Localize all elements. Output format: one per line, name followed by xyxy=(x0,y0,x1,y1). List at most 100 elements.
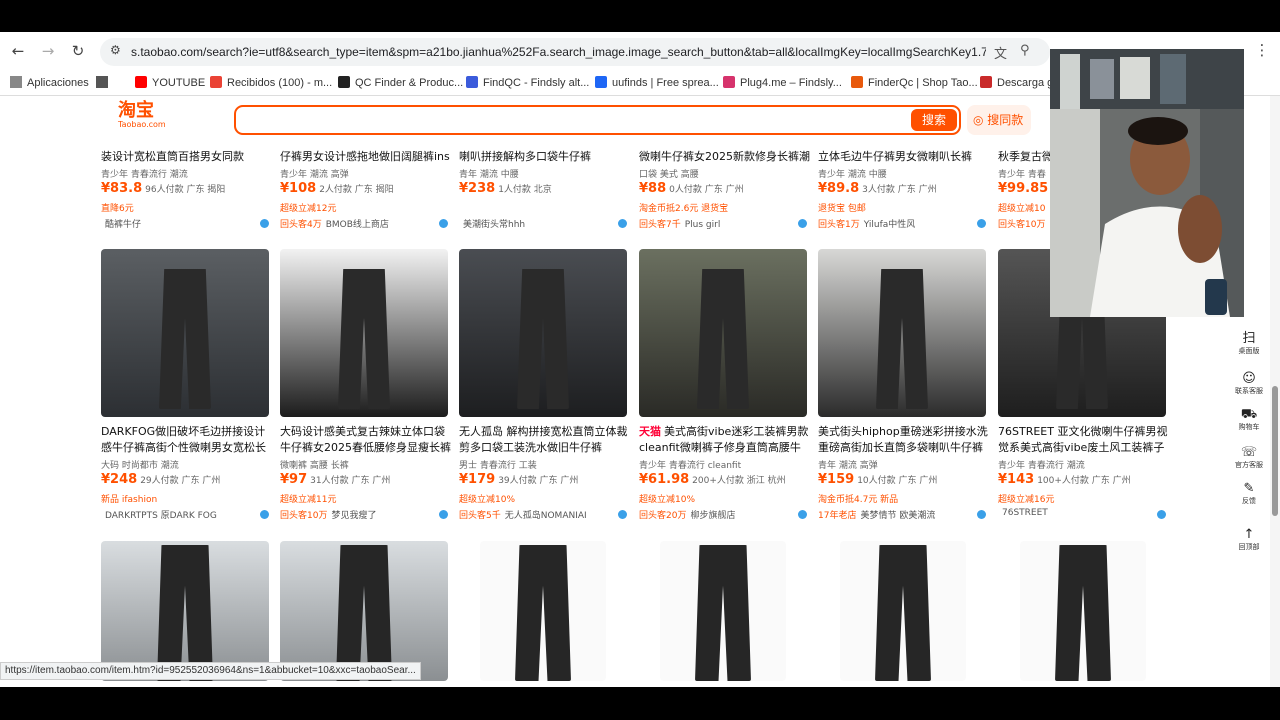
bookmark-gmail[interactable]: Recibidos (100) - m... xyxy=(210,76,332,89)
shop-info-icon[interactable] xyxy=(618,510,627,519)
sidebar-item[interactable]: ⛟ 购物车 xyxy=(1232,408,1266,432)
translate-icon[interactable]: 文 xyxy=(994,43,1007,62)
product-image[interactable] xyxy=(101,249,269,417)
shop-info-icon[interactable] xyxy=(798,219,807,228)
product-price: ¥159 xyxy=(818,472,855,487)
product-card[interactable]: 天猫美式高街vibe迷彩工装裤男款cleanfit微喇裤子修身直筒高腰牛仔...… xyxy=(639,424,811,524)
product-image[interactable] xyxy=(639,249,807,417)
shop-info-icon[interactable] xyxy=(1157,510,1166,519)
product-image[interactable] xyxy=(660,541,786,681)
shop-name[interactable]: 回头客4万 BMOB线上商店 xyxy=(280,217,448,230)
shop-info-icon[interactable] xyxy=(977,219,986,228)
bookmark-youtube[interactable]: YOUTUBE xyxy=(135,76,205,89)
forward-icon[interactable]: → xyxy=(38,41,58,61)
apps-grid-icon xyxy=(10,76,22,88)
shop-name[interactable]: 回头客7千 Plus girl xyxy=(639,217,807,230)
product-card[interactable]: 立体毛边牛仔裤男女微喇叭长裤 青少年 潮流 中腰 ¥89.8 3人付款 广东 广州 退货… xyxy=(818,149,990,249)
price-row: ¥143 100+人付款 广东 广州 xyxy=(998,472,1131,487)
product-card[interactable]: 无人孤岛 解构拼接宽松直筒立体裁剪多口袋工装洗水做旧牛仔裤 男士 青春流行 工装 ¥… xyxy=(459,424,631,524)
product-card[interactable]: 装设计宽松直筒百搭男女同款 青少年 青春流行 潮流 ¥83.8 96人付款 广东 揭阳… xyxy=(101,149,273,249)
bookmark-finderqc[interactable]: FinderQc | Shop Tao... xyxy=(851,76,978,89)
sidebar-item[interactable]: ↑ 回顶部 xyxy=(1232,528,1266,552)
shop-name[interactable]: DARKRTPTS 原DARK FOG xyxy=(101,508,269,521)
shop-info-icon[interactable] xyxy=(798,510,807,519)
promo-tags: 直降6元 xyxy=(101,204,134,214)
product-title[interactable]: 立体毛边牛仔裤男女微喇叭长裤 xyxy=(818,149,990,165)
product-card[interactable]: 美式街头hiphop重磅迷彩拼接水洗重磅高街加长直筒多袋喇叭牛仔裤 青年 潮流 高… xyxy=(818,424,990,524)
price-row: ¥89.8 3人付款 广东 广州 xyxy=(818,181,937,196)
bookmark-apps[interactable]: Aplicaciones xyxy=(10,76,89,89)
bookmark-plug4me[interactable]: Plug4.me – Findsly... xyxy=(723,76,842,89)
product-image[interactable] xyxy=(280,541,448,681)
shop-info-icon[interactable] xyxy=(260,510,269,519)
product-title[interactable]: 大码设计感美式复古辣妹立体口袋牛仔裤女2025春低腰修身显瘦长裤 xyxy=(280,424,452,456)
product-image[interactable] xyxy=(480,541,606,681)
shop-name[interactable]: 17年老店 美梦情节 欧美潮流 xyxy=(818,508,986,521)
shop-name[interactable]: 回头客5千 无人孤岛NOMANIAI xyxy=(459,508,627,521)
product-card[interactable]: 喇叭拼接解构多口袋牛仔裤 青年 潮流 中腰 ¥238 1人付款 北京 美潮街头常hhh xyxy=(459,149,631,249)
product-title[interactable]: 装设计宽松直筒百搭男女同款 xyxy=(101,149,273,165)
scrollbar[interactable] xyxy=(1270,96,1280,687)
product-title[interactable]: 仔裤男女设计感拖地做旧阔腿裤ins xyxy=(280,149,452,165)
product-title[interactable]: DARKFOG做旧破坏毛边拼接设计感牛仔裤高街个性微喇男女宽松长裤 xyxy=(101,424,273,456)
photo-search-button[interactable]: ◎ 搜同款 xyxy=(967,105,1031,135)
product-image[interactable] xyxy=(101,541,269,681)
sales-location: 200+人付款 浙江 杭州 xyxy=(692,476,786,486)
product-title[interactable]: 美式街头hiphop重磅迷彩拼接水洗重磅高街加长直筒多袋喇叭牛仔裤 xyxy=(818,424,990,456)
shop-info-icon[interactable] xyxy=(260,219,269,228)
product-image[interactable] xyxy=(840,541,966,681)
sidebar-item[interactable]: ☺ 联系客服 xyxy=(1232,372,1266,396)
product-title[interactable]: 喇叭拼接解构多口袋牛仔裤 xyxy=(459,149,631,165)
bookmark-uufinds[interactable]: uufinds | Free sprea... xyxy=(595,76,719,89)
shop-info-icon[interactable] xyxy=(439,219,448,228)
product-price: ¥108 xyxy=(280,181,317,196)
sidebar-item[interactable]: ✎ 反馈 xyxy=(1232,482,1266,506)
product-image[interactable] xyxy=(459,249,627,417)
shop-name-text: BMOB线上商店 xyxy=(325,220,389,230)
shop-name[interactable]: 76STREET xyxy=(998,508,1166,518)
shop-name-text: Plus girl xyxy=(684,220,721,230)
shop-info-icon[interactable] xyxy=(618,219,627,228)
product-card[interactable]: 76STREET 亚文化微喇牛仔裤男视觉系美式高街vibe废土风工装裤子 青少年 … xyxy=(998,424,1170,524)
search-button[interactable]: 搜索 xyxy=(911,109,957,131)
product-card[interactable]: 仔裤男女设计感拖地做旧阔腿裤ins 青少年 潮流 高弹 ¥108 2人付款 广东 揭阳… xyxy=(280,149,452,249)
sidebar-item[interactable]: 扫桌面版 xyxy=(1232,332,1266,356)
shop-info-icon[interactable] xyxy=(977,510,986,519)
back-icon[interactable]: ← xyxy=(8,41,28,61)
product-image[interactable] xyxy=(280,249,448,417)
product-card[interactable]: DARKFOG做旧破坏毛边拼接设计感牛仔裤高街个性微喇男女宽松长裤大码 时尚都市… xyxy=(101,424,273,524)
bookmark-descarga[interactable]: Descarga gr xyxy=(980,76,1057,89)
reload-icon[interactable]: ↻ xyxy=(68,41,88,61)
taobao-logo[interactable]: 淘宝 Taobao.com xyxy=(118,102,166,130)
promo-tags: 超级立减11元 xyxy=(280,495,337,505)
product-image[interactable] xyxy=(1020,541,1146,681)
product-title[interactable]: 微喇牛仔裤女2025新款修身长裤潮 xyxy=(639,149,811,165)
product-image[interactable] xyxy=(818,249,986,417)
search-input[interactable]: 搜索 xyxy=(234,105,961,135)
repeat-customer-tag: 回头客20万 xyxy=(639,511,687,521)
product-title[interactable]: 76STREET 亚文化微喇牛仔裤男视觉系美式高街vibe废土风工装裤子 xyxy=(998,424,1170,456)
site-info-icon[interactable]: ⚙ xyxy=(110,43,121,57)
menu-icon[interactable]: ⋮ xyxy=(1252,40,1272,60)
product-title[interactable]: 无人孤岛 解构拼接宽松直筒立体裁剪多口袋工装洗水做旧牛仔裤 xyxy=(459,424,631,456)
address-bar[interactable]: ⚙ s.taobao.com/search?ie=utf8&search_typ… xyxy=(100,38,1050,66)
url-text[interactable]: s.taobao.com/search?ie=utf8&search_type=… xyxy=(131,45,986,59)
shop-info-icon[interactable] xyxy=(439,510,448,519)
shop-name[interactable]: 回头客20万 柳步旗舰店 xyxy=(639,508,807,521)
scroll-thumb[interactable] xyxy=(1272,386,1278,516)
promo-tags: 超级立减10 xyxy=(998,204,1046,214)
shop-name[interactable]: 美潮街头常hhh xyxy=(459,217,627,230)
shop-name[interactable]: 酷裤牛仔 xyxy=(101,217,269,230)
bookmark-grid[interactable] xyxy=(96,76,113,89)
price-row: ¥88 0人付款 广东 广州 xyxy=(639,181,744,196)
sidebar-item[interactable]: ☏ 官方客服 xyxy=(1232,446,1266,470)
repeat-customer-tag: 17年老店 xyxy=(818,511,857,521)
shop-name[interactable]: 回头客1万 Yilufa中性风 xyxy=(818,217,986,230)
product-card[interactable]: 大码设计感美式复古辣妹立体口袋牛仔裤女2025春低腰修身显瘦长裤 微喇裤 高腰 长… xyxy=(280,424,452,524)
product-title[interactable]: 天猫美式高街vibe迷彩工装裤男款cleanfit微喇裤子修身直筒高腰牛仔... xyxy=(639,424,811,456)
zoom-icon[interactable]: ⚲ xyxy=(1020,43,1030,58)
bookmark-findqc[interactable]: FindQC - Findsly alt... xyxy=(466,76,589,89)
bookmark-qcfinder[interactable]: QC Finder & Produc... xyxy=(338,76,463,89)
product-card[interactable]: 微喇牛仔裤女2025新款修身长裤潮 口袋 美式 高腰 ¥88 0人付款 广东 广州 淘金… xyxy=(639,149,811,249)
shop-name[interactable]: 回头客10万 梦见我瘦了 xyxy=(280,508,448,521)
